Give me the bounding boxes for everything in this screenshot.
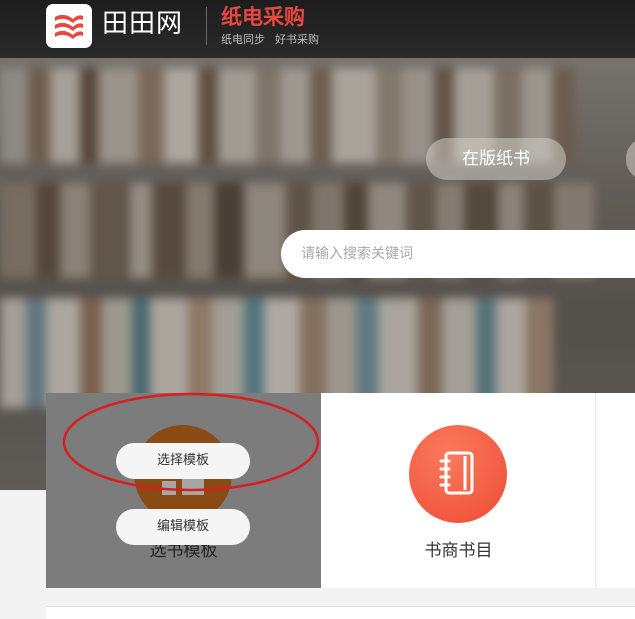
stacked-books-logo-icon — [55, 14, 83, 39]
section-title: 纸电采购 — [221, 5, 305, 29]
content-panel-edge — [46, 606, 635, 619]
edit-template-button[interactable]: 编辑模板 — [116, 509, 250, 545]
tab-in-print-books[interactable]: 在版纸书 — [426, 138, 566, 180]
card-label-bookseller-catalog: 书商书目 — [424, 541, 493, 561]
search-input[interactable] — [281, 230, 635, 278]
tag-sync: 纸电同步 — [221, 33, 265, 46]
header-divider — [206, 7, 207, 45]
top-bar: 田田网 纸电采购 纸电同步 好书采购 — [0, 0, 635, 58]
card-bookseller-catalog[interactable]: 书商书目 — [321, 393, 596, 588]
site-brand-name[interactable]: 田田网 — [102, 6, 183, 42]
annotation-ellipse — [62, 392, 320, 492]
tag-purchase: 好书采购 — [275, 33, 319, 46]
section-tags: 纸电同步 好书采购 — [221, 33, 319, 47]
site-logo[interactable] — [46, 4, 92, 48]
notebook-icon — [409, 425, 507, 523]
